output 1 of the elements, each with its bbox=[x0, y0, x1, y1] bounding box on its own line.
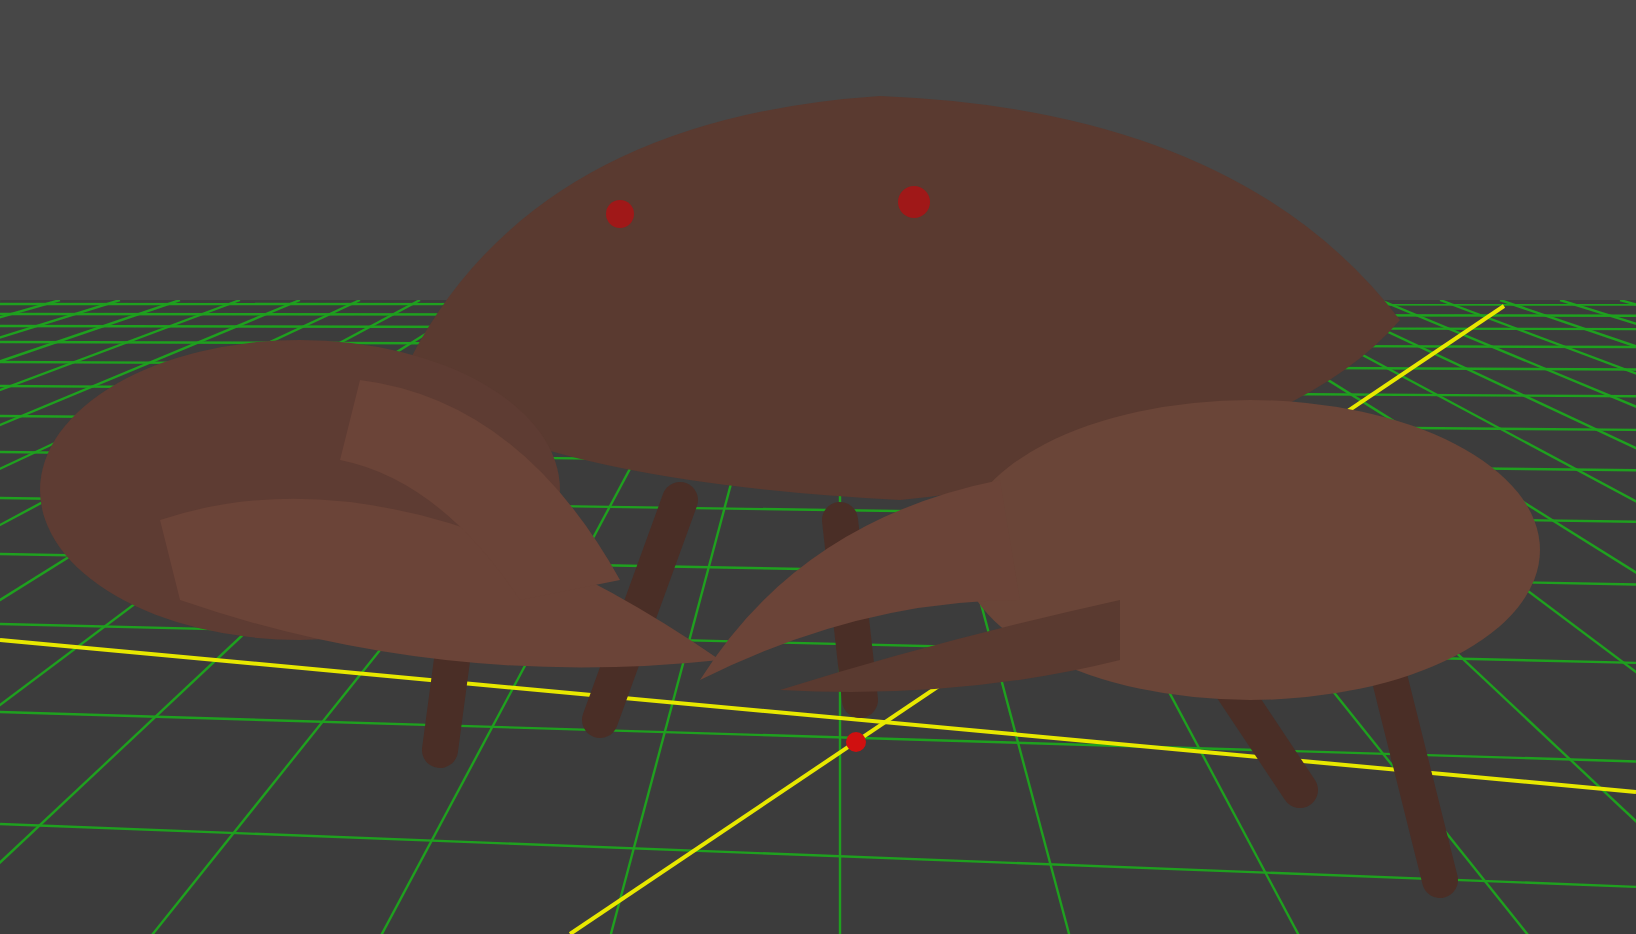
3d-viewport[interactable] bbox=[0, 0, 1636, 934]
